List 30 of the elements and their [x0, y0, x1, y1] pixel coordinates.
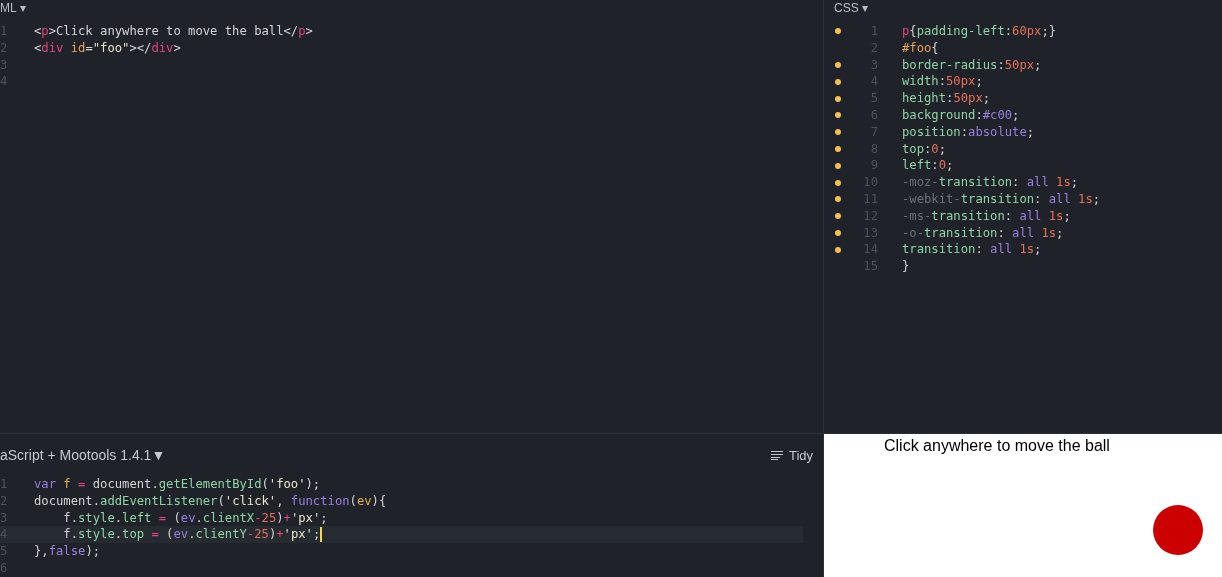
- ball: [1153, 505, 1203, 555]
- code-text: height:50px;: [901, 90, 991, 107]
- code-text: f.style.left = (ev.clientX-25)+'px';: [62, 509, 328, 527]
- result-text: Click anywhere to move the ball: [883, 436, 1111, 455]
- code-text: document.addEventListener('click', function(ev){: [33, 492, 387, 510]
- code-text: },false);: [33, 543, 101, 560]
- code-text: <p>Click anywhere to move the ball</p>: [33, 23, 313, 40]
- code-text: -o-transition: all 1s;: [901, 224, 1064, 242]
- code-text: <div id="foo"></div>: [33, 39, 181, 57]
- code-text: transition: all 1s;: [901, 241, 1042, 259]
- code-text: -moz-transition: all 1s;: [901, 174, 1079, 191]
- code-text: top:0;: [901, 140, 947, 158]
- code-text: width:50px;: [901, 73, 983, 91]
- code-text: background:#c00;: [901, 107, 1020, 124]
- code-text: -ms-transition: all 1s;: [901, 207, 1071, 225]
- text-cursor: [320, 527, 323, 543]
- panel-title[interactable]: ML ▾: [0, 1, 26, 15]
- code-text: -webkit-transition: all 1s;: [901, 190, 1101, 208]
- lines-icon: [770, 450, 783, 460]
- panel-title[interactable]: CSS ▾: [834, 1, 869, 15]
- code-text: f.style.top = (ev.clientY-25)+'px';: [62, 526, 321, 544]
- code-text: position:absolute;: [901, 123, 1035, 141]
- code-text: }: [901, 258, 910, 275]
- code-text: p{padding-left:60px;}: [901, 23, 1057, 40]
- tidy-button[interactable]: Tidy: [770, 447, 813, 463]
- code-text: left:0;: [901, 157, 954, 175]
- code-text: #foo{: [901, 39, 939, 57]
- code-text: border-radius:50px;: [901, 56, 1042, 74]
- code-text: var f = document.getElementById('foo');: [33, 476, 321, 493]
- panel-title[interactable]: aScript + Mootools 1.4.1▼: [0, 447, 166, 463]
